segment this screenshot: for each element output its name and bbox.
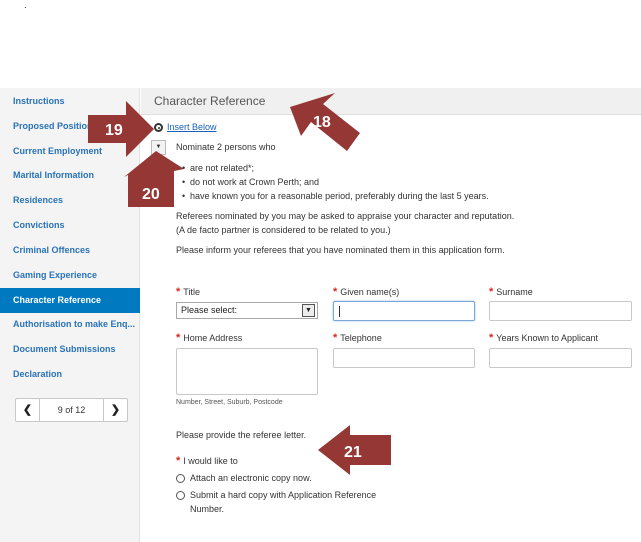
bullet-not-related: are not related*; bbox=[182, 163, 254, 173]
bullet-known-period: have known you for a reasonable period, … bbox=[182, 191, 489, 201]
submit-hard-copy-label[interactable]: Submit a hard copy with Application Refe… bbox=[190, 489, 376, 502]
title-label: * Title bbox=[176, 286, 200, 298]
annotation-arrow-21: 21 bbox=[318, 425, 391, 475]
surname-label: * Surname bbox=[489, 286, 533, 298]
sidebar-item-document-submissions[interactable]: Document Submissions bbox=[0, 337, 140, 362]
years-known-label: * Years Known to Applicant bbox=[489, 332, 598, 344]
sidebar-item-declaration[interactable]: Declaration bbox=[0, 362, 140, 387]
years-known-input[interactable] bbox=[489, 348, 632, 368]
sidebar-item-gaming-experience[interactable]: Gaming Experience bbox=[0, 263, 140, 288]
title-select-value: Please select: bbox=[181, 305, 238, 315]
defacto-text: (A de facto partner is considered to be … bbox=[176, 225, 391, 235]
annotation-arrow-20: 20 bbox=[124, 151, 184, 207]
corner-mark: . bbox=[24, 0, 27, 11]
required-mark: * bbox=[489, 286, 494, 298]
page-title: Character Reference bbox=[154, 94, 266, 108]
next-page-button[interactable]: ❯ bbox=[103, 399, 127, 421]
required-mark: * bbox=[333, 332, 338, 344]
annotation-number-20: 20 bbox=[142, 186, 160, 203]
referee-letter-prompt: Please provide the referee letter. bbox=[176, 430, 307, 440]
title-select[interactable]: Please select: ▼ bbox=[176, 302, 318, 319]
given-name-label: * Given name(s) bbox=[333, 286, 399, 298]
sidebar-item-criminal-offences[interactable]: Criminal Offences bbox=[0, 238, 140, 263]
page-count: 9 of 12 bbox=[57, 405, 86, 415]
telephone-input[interactable] bbox=[333, 348, 475, 368]
sidebar-item-character-reference[interactable]: Character Reference bbox=[0, 288, 140, 313]
annotation-arrow-18: 18 bbox=[290, 93, 360, 151]
inform-text: Please inform your referees that you hav… bbox=[176, 245, 505, 255]
required-mark: * bbox=[333, 286, 338, 298]
annotation-arrow-19: 19 bbox=[88, 101, 154, 157]
given-name-label-text: Given name(s) bbox=[340, 287, 400, 297]
annotation-number-21: 21 bbox=[344, 444, 362, 461]
submit-hard-copy-label-cont[interactable]: Number. bbox=[190, 503, 224, 516]
chevron-down-icon[interactable]: ▼ bbox=[302, 304, 315, 317]
telephone-label: * Telephone bbox=[333, 332, 382, 344]
would-like-label-text: I would like to bbox=[183, 456, 238, 466]
text-cursor bbox=[339, 306, 340, 317]
required-mark: * bbox=[176, 455, 181, 467]
required-mark: * bbox=[176, 286, 181, 298]
given-name-input[interactable] bbox=[333, 301, 475, 321]
radio-attach-electronic[interactable] bbox=[176, 474, 185, 483]
title-label-text: Title bbox=[183, 287, 200, 297]
prev-page-button[interactable]: ❮ bbox=[16, 399, 40, 421]
sidebar-item-residences[interactable]: Residences bbox=[0, 188, 140, 213]
telephone-label-text: Telephone bbox=[340, 333, 382, 343]
surname-label-text: Surname bbox=[496, 287, 533, 297]
surname-input[interactable] bbox=[489, 301, 632, 321]
sidebar-item-marital-information[interactable]: Marital Information bbox=[0, 163, 140, 188]
section-header: Character Reference bbox=[141, 88, 641, 115]
annotation-number-19: 19 bbox=[105, 122, 123, 139]
nominate-text: Nominate 2 persons who bbox=[176, 142, 276, 152]
insert-below-link[interactable]: Insert Below bbox=[167, 122, 217, 132]
radio-submit-hard-copy[interactable] bbox=[176, 491, 185, 500]
appraise-text: Referees nominated by you may be asked t… bbox=[176, 211, 515, 221]
bullet-not-crown: do not work at Crown Perth; and bbox=[182, 177, 319, 187]
would-like-label: * I would like to bbox=[176, 455, 238, 467]
home-address-textarea[interactable] bbox=[176, 348, 318, 395]
sidebar-item-authorisation[interactable]: Authorisation to make Enq... bbox=[0, 312, 140, 337]
required-mark: * bbox=[489, 332, 494, 344]
home-address-label: * Home Address bbox=[176, 332, 242, 344]
sidebar-item-convictions[interactable]: Convictions bbox=[0, 213, 140, 238]
years-known-label-text: Years Known to Applicant bbox=[496, 333, 599, 343]
annotation-number-18: 18 bbox=[313, 114, 331, 131]
page-pager: ❮ 9 of 12 ❯ bbox=[15, 398, 128, 422]
required-mark: * bbox=[176, 332, 181, 344]
home-address-hint: Number, Street, Suburb, Postcode bbox=[176, 399, 283, 406]
home-address-label-text: Home Address bbox=[183, 333, 243, 343]
attach-electronic-label[interactable]: Attach an electronic copy now. bbox=[190, 472, 312, 485]
